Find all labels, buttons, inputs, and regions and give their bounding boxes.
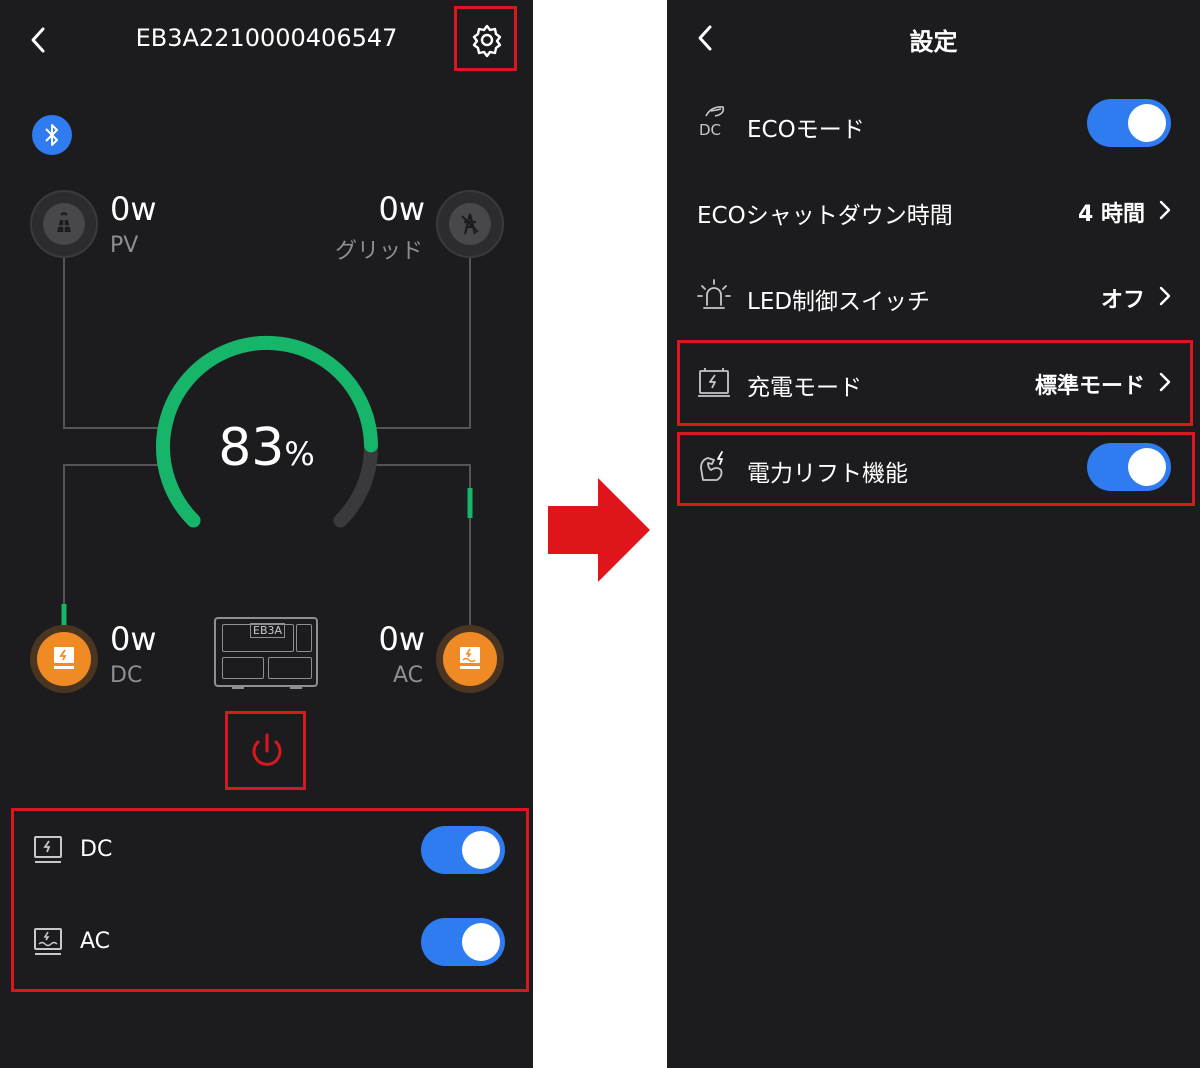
arrow-right-icon	[548, 478, 650, 582]
pv-label: PV	[110, 233, 139, 258]
settings-item-led[interactable]: LED制御スイッチ オフ	[667, 252, 1200, 338]
ac-output-icon	[460, 647, 480, 669]
device-illustration: EB3A	[214, 617, 318, 687]
outputs-highlight	[11, 808, 529, 992]
led-value: オフ	[1100, 288, 1145, 313]
grid-value: 0w	[378, 190, 425, 228]
eco-mode-label: ECOモード	[747, 117, 865, 143]
pv-value: 0w	[110, 190, 157, 228]
solar-panel-icon	[57, 211, 71, 232]
grid-tower-icon	[461, 213, 479, 235]
chevron-right-icon	[1159, 200, 1171, 220]
device-foot-left	[232, 685, 244, 689]
battery-percent-value: 83	[218, 418, 285, 478]
dc-node	[30, 625, 98, 693]
dc-output-icon	[54, 647, 74, 669]
dc-label: DC	[110, 663, 143, 688]
eco-shutdown-label: ECOシャットダウン時間	[697, 203, 953, 229]
power-highlight	[225, 711, 306, 790]
ac-value: 0w	[378, 620, 425, 658]
ac-label: AC	[392, 663, 423, 688]
settings-item-eco-mode: DC ECOモード	[667, 80, 1200, 166]
pv-node	[30, 190, 98, 258]
battery-percent-unit: %	[284, 435, 315, 473]
power-lift-highlight	[677, 432, 1195, 506]
toggle-knob	[1128, 104, 1166, 142]
page-title: 設定	[909, 28, 958, 56]
grid-node	[436, 190, 504, 258]
eco-mode-toggle[interactable]	[1087, 99, 1171, 147]
dc-value: 0w	[110, 620, 157, 658]
chevron-right-icon	[1159, 286, 1171, 306]
led-label: LED制御スイッチ	[747, 289, 931, 315]
eco-shutdown-value: 4 時間	[1078, 202, 1145, 227]
eco-dc-icon: DC	[697, 104, 733, 144]
charge-mode-highlight	[677, 340, 1193, 426]
battery-percent: 83%	[0, 418, 533, 478]
device-foot-right	[290, 685, 302, 689]
settings-item-eco-shutdown[interactable]: ECOシャットダウン時間 4 時間	[667, 166, 1200, 252]
grid-label: グリッド	[334, 239, 423, 264]
ac-node	[436, 625, 504, 693]
device-badge: EB3A	[250, 623, 286, 638]
device-screen: EB3A2210000406547 83% 0w PV 0w グリッド 0w D…	[0, 0, 533, 1068]
led-light-icon	[697, 279, 731, 309]
settings-screen: 設定 DC ECOモード ECOシャットダウン時間 4 時間 LED制御スイッチ…	[667, 0, 1200, 1068]
